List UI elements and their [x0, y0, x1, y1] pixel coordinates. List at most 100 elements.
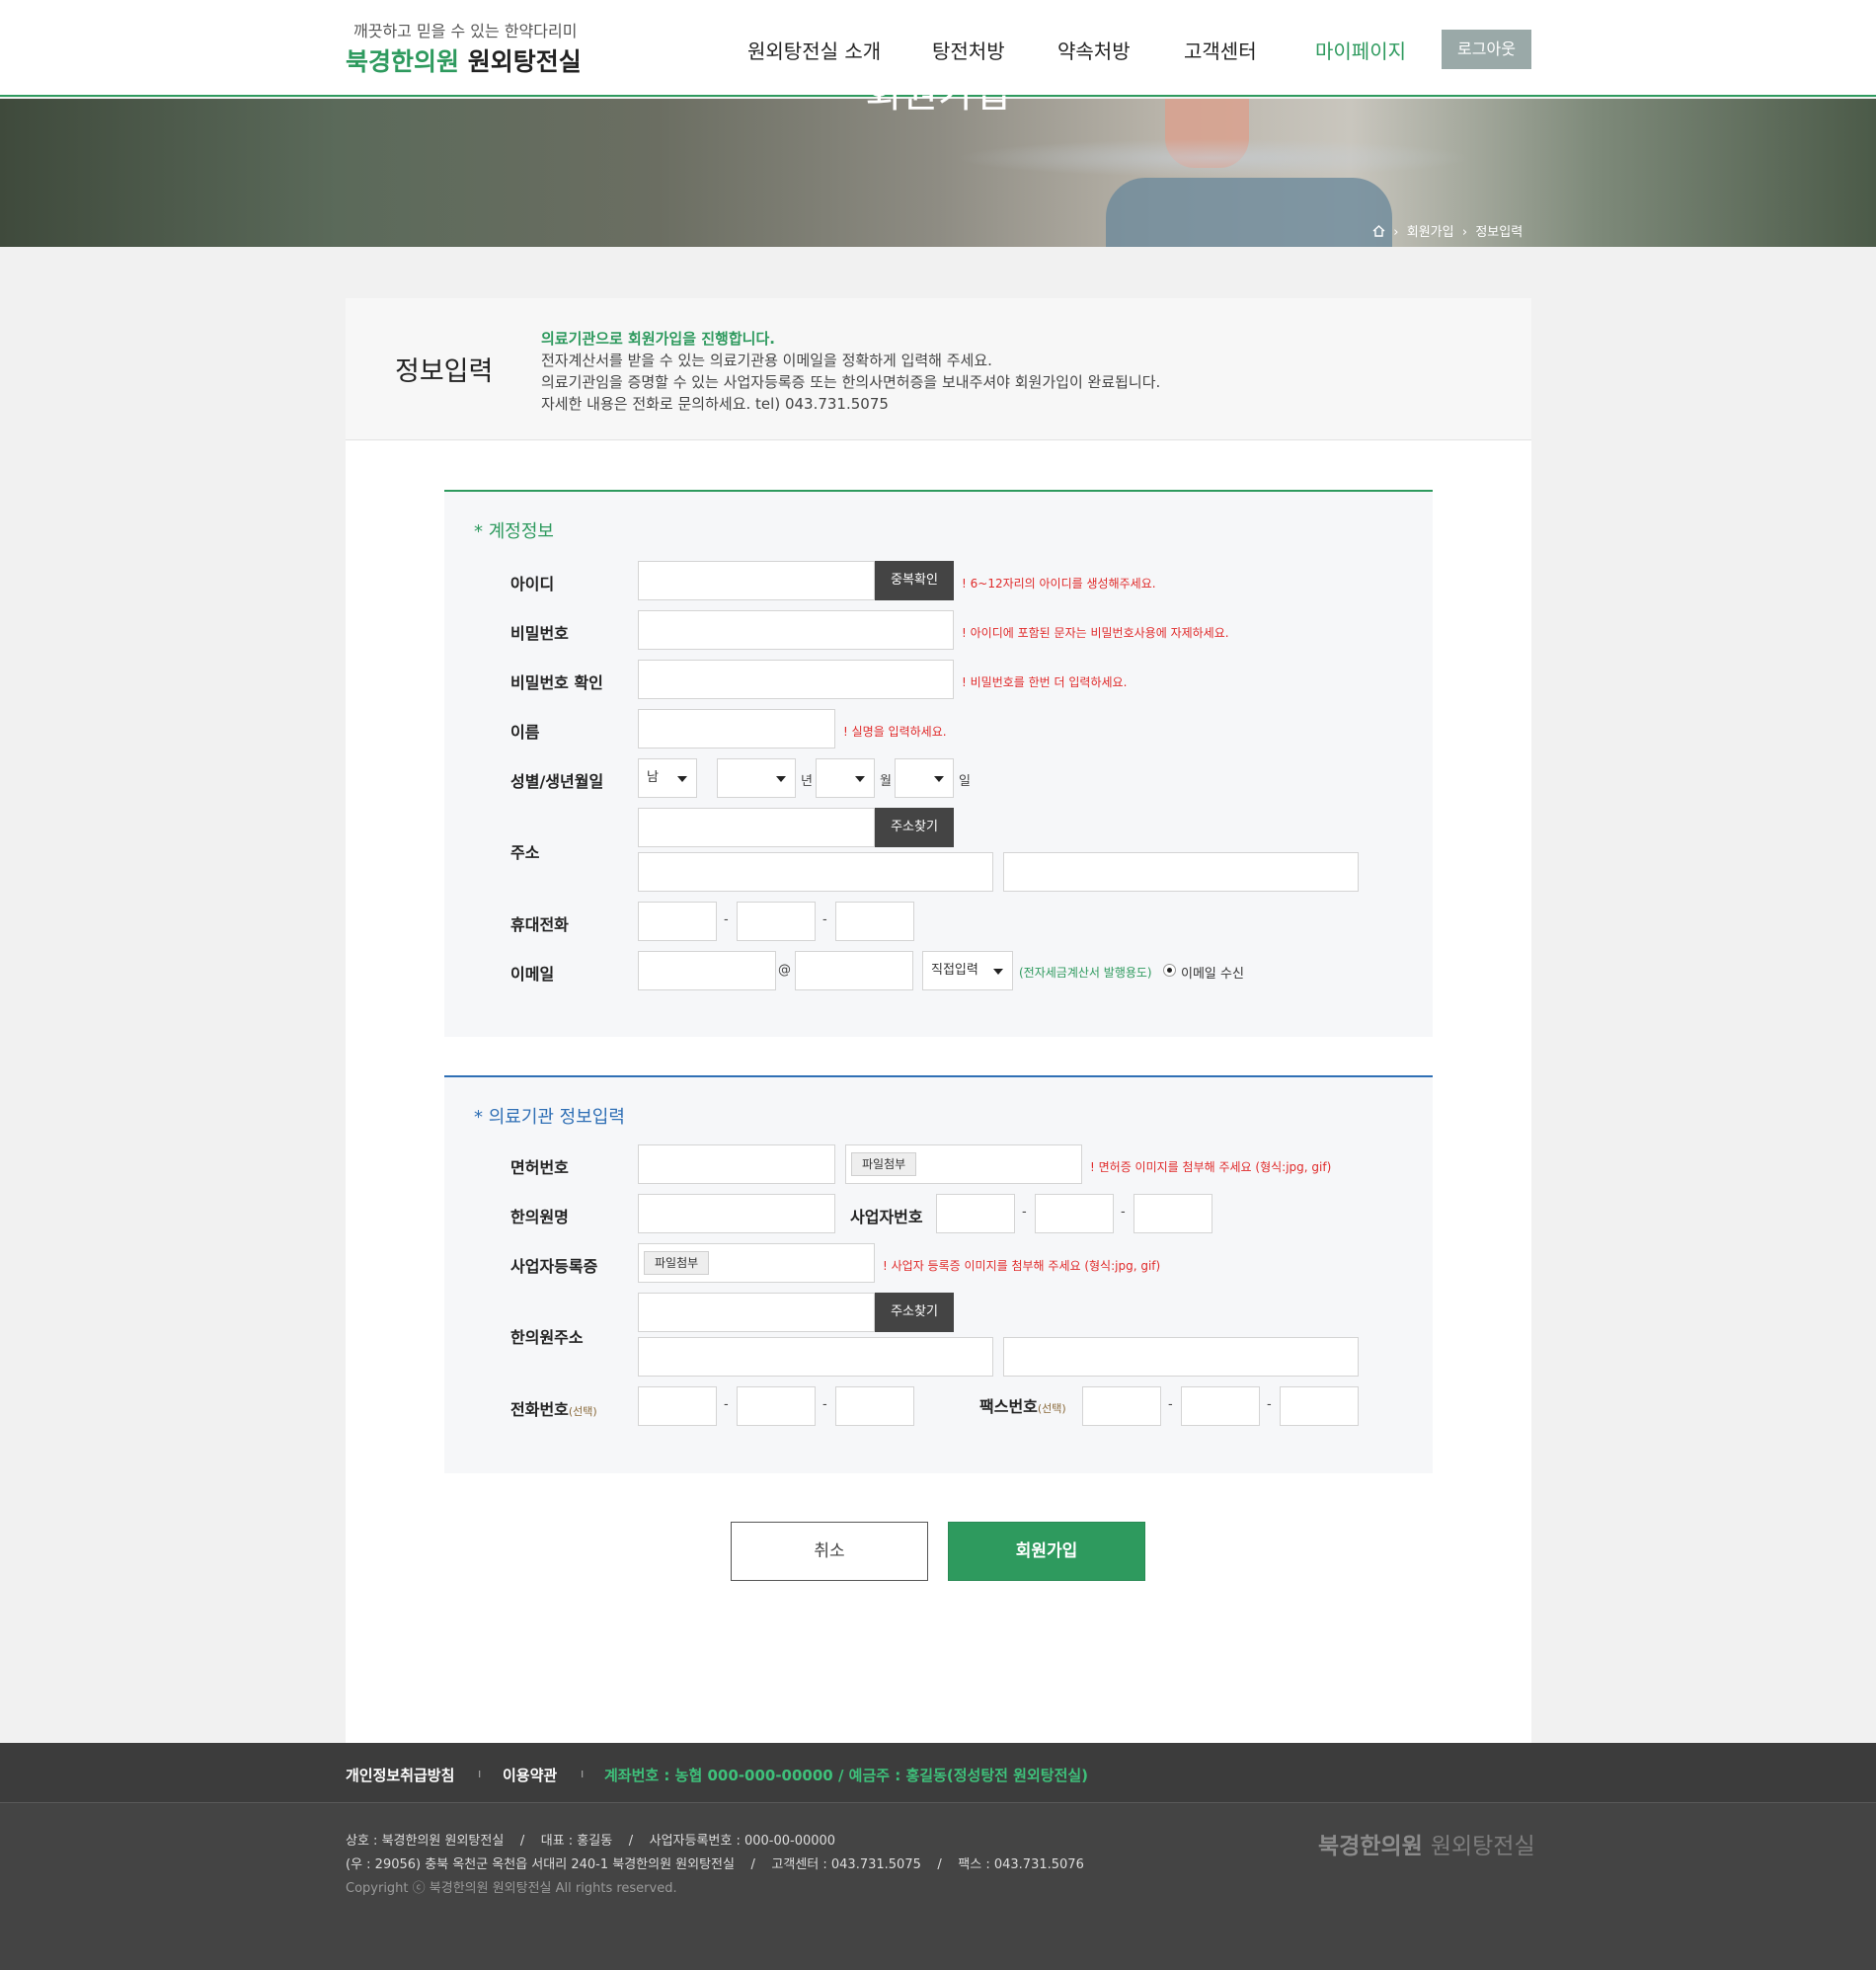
company-info: 상호 : 북경한의원 원외탕전실 / 대표 : 홍길동 / 사업자등록번호 : …	[346, 1834, 836, 1849]
gender-select[interactable]: 남	[638, 758, 697, 798]
email-at: @	[778, 963, 791, 978]
account-section: * 계정정보 아이디 중복확인 ! 6~12자리의 아이디를 생성해주세요. 비…	[444, 490, 1433, 1037]
email-receive-label: 이메일 수신	[1181, 967, 1244, 982]
dash: -	[1168, 1397, 1173, 1412]
email-domain-input[interactable]	[795, 951, 913, 990]
birth-year-select[interactable]	[717, 758, 796, 798]
bank-account-info: 계좌번호 : 농협 000-000-00000 / 예금주 : 홍길동(정성탕전…	[604, 1767, 1089, 1784]
biz-number-input-1[interactable]	[936, 1194, 1015, 1233]
signup-button[interactable]: 회원가입	[948, 1522, 1145, 1581]
fax-label: 팩스번호(선택)	[979, 1397, 1066, 1416]
fax-input-1[interactable]	[1082, 1386, 1161, 1426]
clinic-section: * 의료기관 정보입력 면허번호 파일첨부 ! 면허증 이미지를 첨부해 주세요…	[444, 1075, 1433, 1473]
biz-number-input-2[interactable]	[1035, 1194, 1114, 1233]
address-search-button[interactable]: 주소찾기	[875, 808, 954, 847]
caret-down-icon	[776, 776, 786, 782]
postcode-input[interactable]	[638, 808, 875, 847]
caret-down-icon	[993, 969, 1003, 975]
chevron-right-icon: ›	[1389, 225, 1403, 240]
dash: -	[822, 912, 827, 927]
password-hint: ! 아이디에 포함된 문자는 비밀번호사용에 자제하세요.	[962, 626, 1229, 640]
privacy-policy-link[interactable]: 개인정보취급방침	[346, 1765, 454, 1785]
day-unit: 일	[959, 774, 971, 789]
intro-line: 전자계산서를 받을 수 있는 의료기관용 이메일을 정확하게 입력해 주세요.	[541, 352, 992, 369]
main-content: 정보입력 의료기관으로 회원가입을 진행합니다. 전자계산서를 받을 수 있는 …	[346, 298, 1531, 1743]
copyright: Copyright ⓒ 북경한의원 원외탕전실 All rights reser…	[346, 1881, 677, 1896]
section-title: * 계정정보	[474, 521, 554, 542]
clinic-address-detail-input[interactable]	[1003, 1337, 1359, 1377]
breadcrumb: › 회원가입 › 정보입력	[1372, 221, 1523, 240]
mobile-label: 휴대전화	[510, 915, 569, 934]
month-unit: 월	[880, 774, 892, 789]
page-title: 회원가입	[865, 71, 1011, 117]
nav-mypage[interactable]: 마이페이지	[1315, 36, 1406, 64]
dash: -	[822, 1397, 827, 1412]
password-input[interactable]	[638, 610, 954, 650]
intro-heading: 정보입력	[395, 356, 494, 387]
mobile-input-3[interactable]	[835, 902, 914, 941]
clinic-address-search-button[interactable]: 주소찾기	[875, 1293, 954, 1332]
dash: -	[1022, 1205, 1027, 1220]
tel-input-1[interactable]	[638, 1386, 717, 1426]
logo-tagline: 깨끗하고 믿을 수 있는 한약다리미	[353, 22, 578, 40]
file-attach-button[interactable]: 파일첨부	[644, 1251, 710, 1275]
tel-input-2[interactable]	[737, 1386, 816, 1426]
address-detail-input[interactable]	[1003, 852, 1359, 892]
optional-tag: (선택)	[1037, 1402, 1066, 1415]
intro-box: 정보입력 의료기관으로 회원가입을 진행합니다. 전자계산서를 받을 수 있는 …	[346, 298, 1531, 440]
license-label: 면허번호	[510, 1158, 569, 1177]
terms-link[interactable]: 이용약관	[503, 1765, 557, 1785]
company-address: (우 : 29056) 충북 옥천군 옥천읍 서대리 240-1 북경한의원 원…	[346, 1857, 1084, 1872]
password-confirm-label: 비밀번호 확인	[510, 673, 603, 692]
clinic-address-label: 한의원주소	[510, 1328, 584, 1347]
password-confirm-input[interactable]	[638, 660, 954, 699]
address-input[interactable]	[638, 852, 993, 892]
birth-month-select[interactable]	[816, 758, 875, 798]
dash: -	[724, 912, 729, 927]
clinic-address-input[interactable]	[638, 1337, 993, 1377]
duplicate-check-button[interactable]: 중복확인	[875, 561, 954, 600]
nav-promise[interactable]: 약속처방	[1057, 36, 1131, 64]
year-unit: 년	[801, 774, 813, 789]
id-input[interactable]	[638, 561, 875, 600]
home-icon[interactable]	[1372, 225, 1385, 237]
mobile-input-2[interactable]	[737, 902, 816, 941]
intro-line: 자세한 내용은 전화로 문의하세요. tel) 043.731.5075	[541, 395, 889, 413]
section-title: * 의료기관 정보입력	[474, 1107, 625, 1128]
tel-label: 전화번호(선택)	[510, 1400, 597, 1419]
clinic-postcode-input[interactable]	[638, 1293, 875, 1332]
nav-customer-center[interactable]: 고객센터	[1184, 36, 1257, 64]
mobile-input-1[interactable]	[638, 902, 717, 941]
email-label: 이메일	[510, 965, 555, 984]
biz-registration-file-field[interactable]: 파일첨부	[638, 1243, 875, 1283]
license-input[interactable]	[638, 1144, 835, 1184]
password-confirm-hint: ! 비밀번호를 한번 더 입력하세요.	[962, 675, 1128, 689]
email-domain-select[interactable]: 직접입력	[922, 951, 1013, 990]
clinic-name-input[interactable]	[638, 1194, 835, 1233]
cancel-button[interactable]: 취소	[731, 1522, 928, 1581]
nav-decoction[interactable]: 탕전처방	[932, 36, 1005, 64]
email-id-input[interactable]	[638, 951, 776, 990]
fax-input-3[interactable]	[1280, 1386, 1359, 1426]
caret-down-icon	[677, 776, 687, 782]
email-receive-radio[interactable]	[1163, 964, 1176, 977]
breadcrumb-item[interactable]: 회원가입	[1407, 225, 1454, 240]
tel-input-3[interactable]	[835, 1386, 914, 1426]
optional-tag: (선택)	[568, 1405, 597, 1418]
footer-separator: ı	[478, 1767, 482, 1780]
biz-number-input-3[interactable]	[1133, 1194, 1212, 1233]
footer-logo: 북경한의원 원외탕전실	[1318, 1833, 1535, 1859]
biz-number-label: 사업자번호	[850, 1208, 923, 1226]
nav-intro[interactable]: 원외탕전실 소개	[747, 36, 881, 64]
id-hint: ! 6~12자리의 아이디를 생성해주세요.	[962, 577, 1156, 591]
footer-link-bar: 개인정보취급방침 ı 이용약관 ı 계좌번호 : 농협 000-000-0000…	[0, 1743, 1876, 1803]
birth-day-select[interactable]	[895, 758, 954, 798]
chevron-right-icon: ›	[1457, 225, 1472, 240]
fax-input-2[interactable]	[1181, 1386, 1260, 1426]
site-footer: 개인정보취급방침 ı 이용약관 ı 계좌번호 : 농협 000-000-0000…	[0, 1743, 1876, 1970]
file-attach-button[interactable]: 파일첨부	[851, 1152, 917, 1176]
name-input[interactable]	[638, 709, 835, 749]
dash: -	[1121, 1205, 1126, 1220]
license-file-field[interactable]: 파일첨부	[845, 1144, 1082, 1184]
intro-line: 의료기관임을 증명할 수 있는 사업자등록증 또는 한의사면허증을 보내주셔야 …	[541, 373, 1161, 391]
